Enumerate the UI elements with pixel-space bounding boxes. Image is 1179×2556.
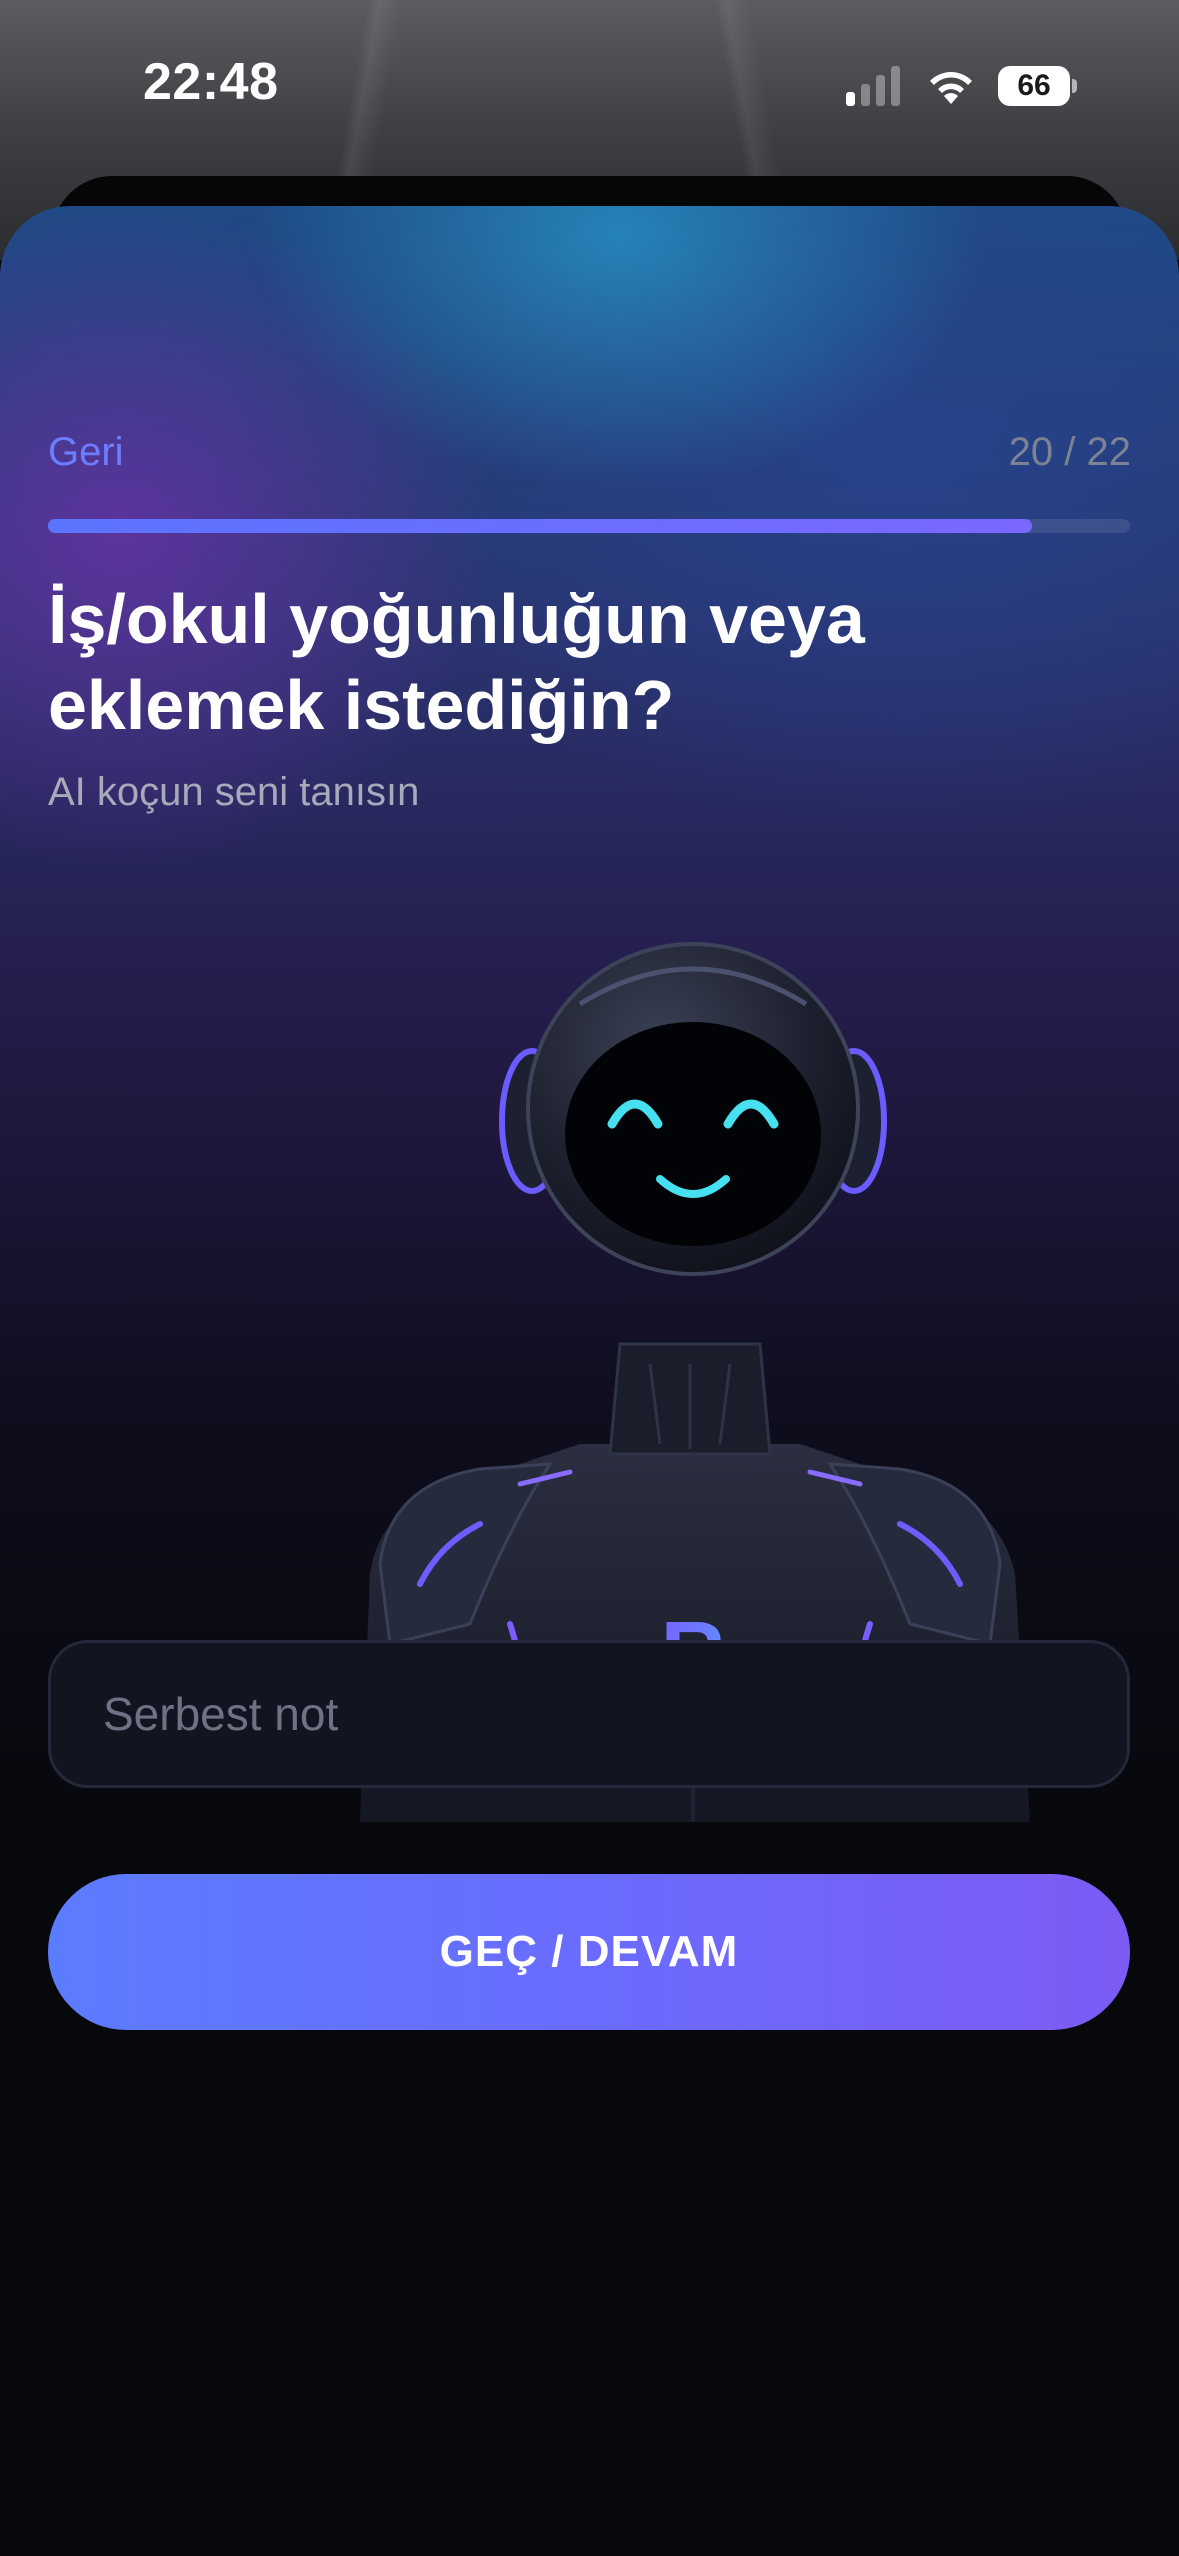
question-sheet: Geri 20 / 22 İş/okul yoğunluğun veya ekl… <box>0 206 1179 2556</box>
cellular-signal-icon <box>846 66 900 106</box>
question-title: İş/okul yoğunluğun veya eklemek istediği… <box>48 580 865 744</box>
battery-level: 66 <box>998 66 1070 106</box>
status-time: 22:48 <box>143 53 279 111</box>
status-bar: 22:48 66 <box>0 0 1179 170</box>
onboarding-screen: 22:48 66 Geri 20 / 22 İş/okul yoğunluğun… <box>0 0 1179 2556</box>
wifi-icon <box>930 72 972 104</box>
progress-bar <box>48 519 1130 533</box>
back-button[interactable]: Geri <box>48 430 124 475</box>
step-counter: 20 / 22 <box>1008 430 1131 474</box>
continue-button[interactable]: GEÇ / DEVAM <box>48 1874 1130 2030</box>
battery-icon: 66 <box>998 66 1077 106</box>
note-input[interactable] <box>48 1640 1130 1788</box>
battery-tip <box>1072 79 1077 93</box>
progress-fill <box>48 519 1032 533</box>
question-subtitle: AI koçun seni tanısın <box>48 770 420 814</box>
